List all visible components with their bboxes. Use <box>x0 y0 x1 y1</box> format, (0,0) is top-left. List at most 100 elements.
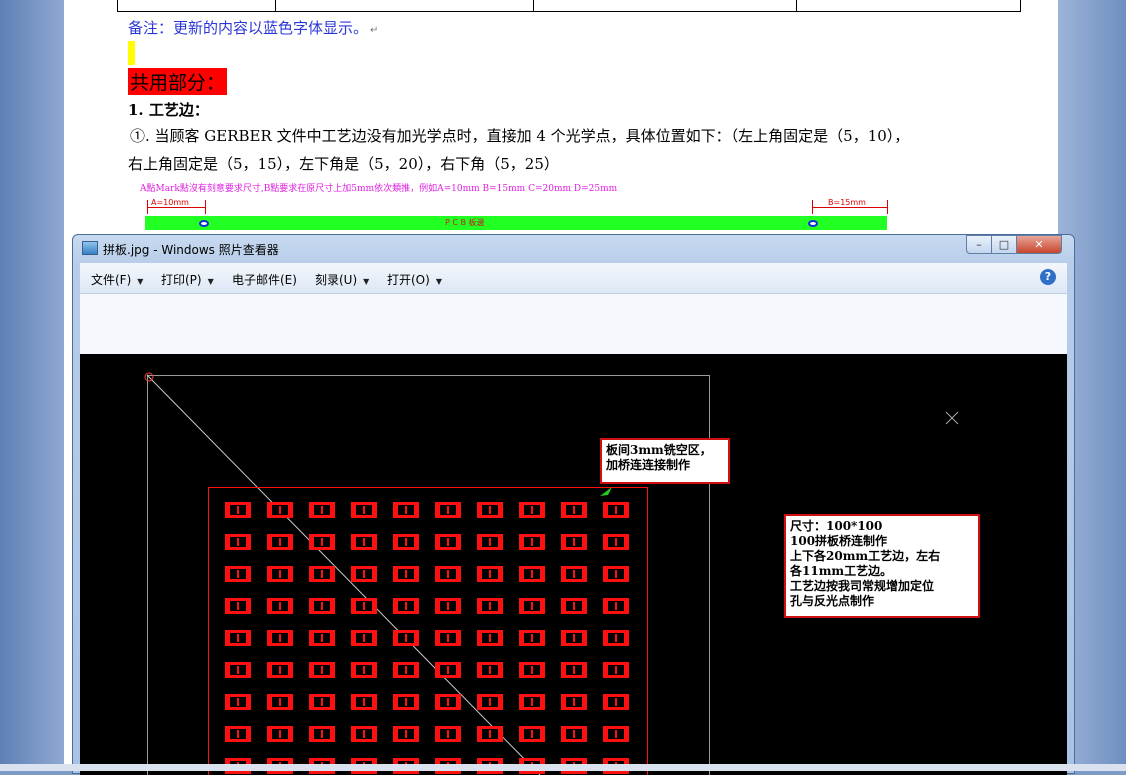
paragraph-mark: ↵ <box>370 25 378 36</box>
pad <box>267 598 293 614</box>
pad <box>561 726 587 742</box>
pad <box>393 566 419 582</box>
menu-bar: 文件(F)▼ 打印(P)▼ 电子邮件(E) 刻录(U)▼ 打开(O)▼ ? <box>80 263 1067 294</box>
menu-email-label: 电子邮件(E) <box>232 273 297 287</box>
window-titlebar[interactable]: 拼板.jpg - Windows 照片查看器 – □ ✕ <box>73 235 1074 263</box>
pcb-edge-diagram: A點Mark點沒有刻意要求尺寸,B點要求在原尺寸上加5mm依次類推，例如A=10… <box>140 180 900 240</box>
pad <box>267 502 293 518</box>
pad <box>351 630 377 646</box>
pad <box>561 598 587 614</box>
pad <box>435 566 461 582</box>
paragraph-2: 右上角固定是（5，15），左下角是（5，20），右下角（5，25） <box>128 153 559 174</box>
menu-burn[interactable]: 刻录(U) ▼ <box>315 271 369 288</box>
pad <box>603 694 629 710</box>
pad <box>225 598 251 614</box>
menu-print[interactable]: 打印(P)▼ <box>161 271 214 288</box>
mark-point-b <box>808 220 818 227</box>
pad <box>267 694 293 710</box>
table-divider <box>796 0 797 12</box>
dim-label-a: A=10mm <box>151 198 189 207</box>
pad <box>477 694 503 710</box>
photo-viewer-icon <box>82 241 98 255</box>
pad <box>267 630 293 646</box>
pad <box>393 630 419 646</box>
pad <box>309 502 335 518</box>
pad <box>519 534 545 550</box>
help-icon[interactable]: ? <box>1040 269 1056 285</box>
pad <box>225 630 251 646</box>
pad <box>309 566 335 582</box>
pad <box>519 726 545 742</box>
callout-line: 尺寸：100*100 <box>790 519 974 534</box>
table-divider <box>533 0 534 12</box>
pad <box>435 598 461 614</box>
pad <box>267 534 293 550</box>
pad <box>309 630 335 646</box>
dim-tick <box>205 200 206 214</box>
image-display[interactable]: 板间3mm铣空区， 加桥连连接制作 尺寸：100*100 100拼板桥连制作 上… <box>80 354 1067 775</box>
callout-line: 加桥连连接制作 <box>606 458 724 473</box>
paragraph-1: ①. 当顾客 GERBER 文件中工艺边没有加光学点时，直接加 4 个光学点，具… <box>130 125 909 146</box>
pad <box>393 694 419 710</box>
menu-file[interactable]: 文件(F) ▼ <box>91 271 143 288</box>
pad <box>519 598 545 614</box>
pad <box>225 502 251 518</box>
callout-line: 孔与反光点制作 <box>790 594 974 609</box>
note-label: 备注：更新的内容以蓝色字体显示。 <box>128 19 368 37</box>
dim-tick <box>887 200 888 214</box>
chevron-down-icon: ▼ <box>137 277 143 286</box>
menu-email[interactable]: 电子邮件(E) <box>232 271 297 288</box>
pad <box>561 534 587 550</box>
pad <box>225 662 251 678</box>
pad <box>603 598 629 614</box>
callout-line: 板间3mm铣空区， <box>606 443 724 458</box>
yellow-highlight-mark <box>128 41 135 65</box>
menu-open[interactable]: 打开(O)▼ <box>387 271 442 288</box>
pad <box>519 694 545 710</box>
pad <box>477 662 503 678</box>
pad <box>309 726 335 742</box>
close-button[interactable]: ✕ <box>1016 235 1062 254</box>
pad <box>351 662 377 678</box>
menu-burn-label: 刻录(U) <box>315 273 357 287</box>
pad <box>435 630 461 646</box>
photo-viewer-window[interactable]: 拼板.jpg - Windows 照片查看器 – □ ✕ 文件(F) ▼ 打印(P… <box>72 234 1075 774</box>
pad <box>603 726 629 742</box>
callout-slot-note: 板间3mm铣空区， 加桥连连接制作 <box>600 438 730 484</box>
pad <box>351 726 377 742</box>
pad <box>393 726 419 742</box>
pad <box>309 662 335 678</box>
pad <box>477 502 503 518</box>
pad <box>309 598 335 614</box>
pad <box>477 598 503 614</box>
menu-print-label: 打印(P) <box>161 273 202 287</box>
pad <box>351 502 377 518</box>
pad <box>393 662 419 678</box>
chevron-down-icon: ▼ <box>363 277 369 286</box>
diagram-caption: A點Mark點沒有刻意要求尺寸,B點要求在原尺寸上加5mm依次類推，例如A=10… <box>140 181 617 194</box>
pad <box>351 566 377 582</box>
pad <box>225 566 251 582</box>
pcb-edge-bar: P C B 板邊 <box>145 216 887 230</box>
pcb-bar-label: P C B 板邊 <box>445 217 485 228</box>
pad <box>435 726 461 742</box>
maximize-button[interactable]: □ <box>991 235 1017 254</box>
pad <box>477 630 503 646</box>
pad <box>309 694 335 710</box>
chevron-down-icon: ▼ <box>436 277 442 286</box>
pad <box>477 534 503 550</box>
pad-grid <box>225 502 629 774</box>
pad <box>477 726 503 742</box>
pad <box>435 694 461 710</box>
pad <box>561 566 587 582</box>
pad <box>519 502 545 518</box>
pad <box>267 662 293 678</box>
menu-file-label: 文件(F) <box>91 273 131 287</box>
pad <box>519 630 545 646</box>
pad <box>603 502 629 518</box>
minimize-button[interactable]: – <box>966 235 992 254</box>
pad <box>435 502 461 518</box>
pad <box>351 534 377 550</box>
pad <box>393 534 419 550</box>
pad <box>267 726 293 742</box>
